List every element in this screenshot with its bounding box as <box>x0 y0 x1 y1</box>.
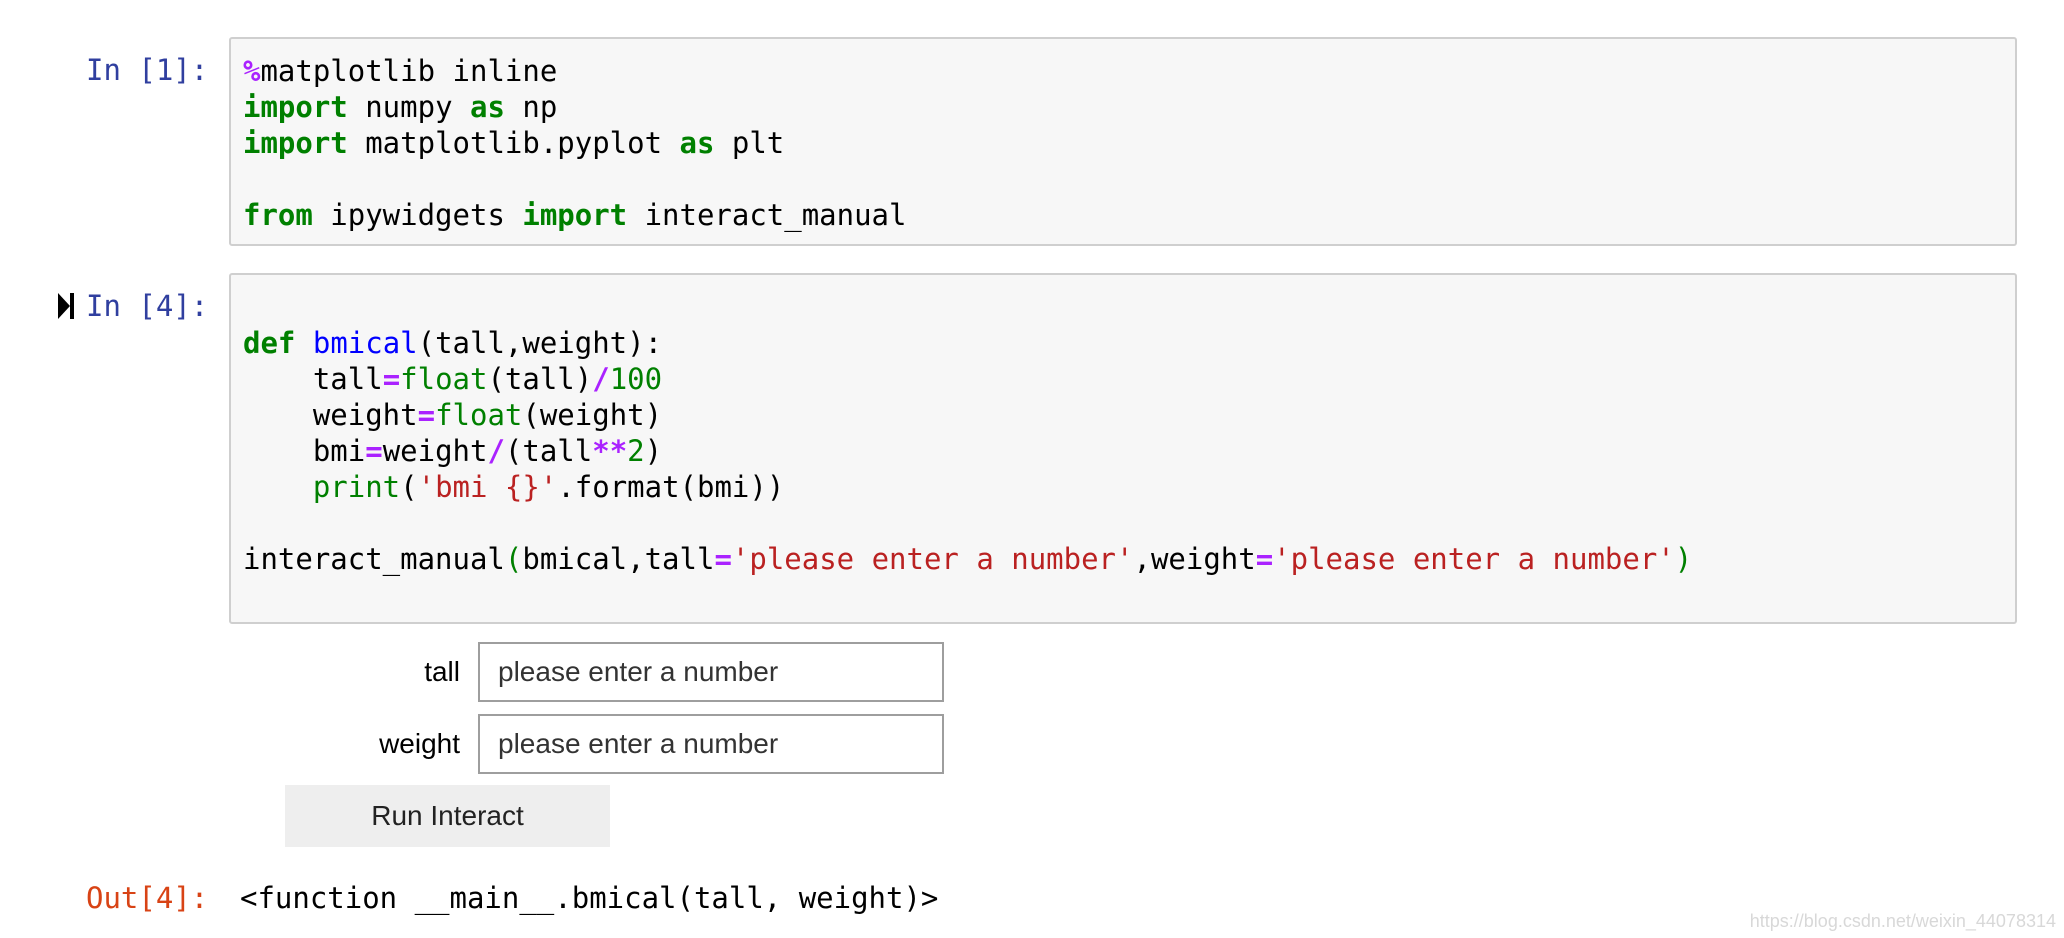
code-token: = <box>382 362 401 396</box>
code-token: from <box>243 198 313 232</box>
code-token: numpy <box>347 90 470 124</box>
code-line: ​ <box>243 505 1692 541</box>
output-text: <function __main__.bmical(tall, weight)> <box>240 881 939 915</box>
code-line: weight=float(weight) <box>243 397 1692 433</box>
code-token: = <box>417 398 436 432</box>
cell-1-code[interactable]: %matplotlib inline import numpy as np impo… <box>243 53 906 233</box>
code-token: interact_manual <box>243 542 505 576</box>
code-token: = <box>714 542 732 576</box>
watermark: https://blog.csdn.net/weixin_44078314 <box>1749 911 2056 931</box>
cell-2-prompt: In [4]: <box>86 289 209 323</box>
code-token: ) <box>644 434 663 468</box>
code-token: weight <box>382 434 488 468</box>
code-token: 'bmi {}' <box>417 470 558 504</box>
code-line: interact_manual(bmical,tall='please ente… <box>243 541 1692 577</box>
code-token: np <box>504 90 558 124</box>
code-token: (tall,weight): <box>417 326 663 360</box>
code-token: = <box>365 434 383 468</box>
cell-1-input[interactable]: %matplotlib inline import numpy as np impo… <box>229 37 2017 246</box>
code-line: %matplotlib inline <box>243 53 906 89</box>
code-token: ) <box>1674 542 1693 576</box>
code-token: interact_manual <box>627 198 907 232</box>
code-token: def <box>243 326 296 360</box>
code-token: 100 <box>609 362 663 396</box>
weight-input[interactable] <box>478 714 944 774</box>
run-interact-button[interactable]: Run Interact <box>285 785 610 847</box>
code-token: weight <box>243 398 418 432</box>
cell-2-code[interactable]: ​def bmical(tall,weight): tall=float(tal… <box>243 289 1692 613</box>
code-line: def bmical(tall,weight): <box>243 325 1692 361</box>
code-token: float <box>435 398 523 432</box>
cell-2-input[interactable]: ​def bmical(tall,weight): tall=float(tal… <box>229 273 2017 624</box>
tall-label: tall <box>424 656 460 687</box>
code-token: import <box>522 198 628 232</box>
code-token: (tall) <box>487 362 593 396</box>
code-token: print <box>312 470 401 504</box>
output-prompt: Out[4]: <box>86 881 209 915</box>
code-token: ipywidgets <box>312 198 523 232</box>
code-token: import <box>243 90 348 124</box>
code-line: import matplotlib.pyplot as plt <box>243 125 906 161</box>
code-token: ( <box>504 542 523 576</box>
code-token: ,weight <box>1133 542 1256 576</box>
code-token: ** <box>592 434 628 468</box>
code-line: tall=float(tall)/100 <box>243 361 1692 397</box>
code-line: ​ <box>243 161 906 197</box>
code-token: (tall <box>504 434 593 468</box>
code-line: from ipywidgets import interact_manual <box>243 197 906 233</box>
run-cell-icon[interactable] <box>56 291 76 321</box>
code-token: / <box>487 434 505 468</box>
code-token: as <box>679 126 715 160</box>
code-token: (weight) <box>522 398 663 432</box>
code-token: / <box>592 362 610 396</box>
code-token: matplotlib inline <box>260 54 558 88</box>
code-token: .format(bmi)) <box>557 470 785 504</box>
code-token: bmical,tall <box>522 542 715 576</box>
code-line: print('bmi {}'.format(bmi)) <box>243 469 1692 505</box>
code-token: import <box>243 126 348 160</box>
code-token: plt <box>714 126 785 160</box>
tall-input[interactable] <box>478 642 944 702</box>
code-token: ( <box>400 470 418 504</box>
code-token: as <box>469 90 505 124</box>
weight-label: weight <box>379 728 460 759</box>
code-token: float <box>400 362 488 396</box>
code-token: matplotlib.pyplot <box>347 126 680 160</box>
cell-1-prompt: In [1]: <box>86 53 209 87</box>
code-line: ​ <box>243 289 1692 325</box>
code-line: bmi=weight/(tall**2) <box>243 433 1692 469</box>
code-line: ​ <box>243 577 1692 613</box>
code-token: tall <box>243 362 383 396</box>
code-token: 'please enter a number' <box>1273 542 1675 576</box>
code-token: = <box>1255 542 1274 576</box>
code-token: 'please enter a number' <box>731 542 1134 576</box>
code-token: 2 <box>627 434 645 468</box>
code-token: bmical <box>312 326 418 360</box>
code-line: import numpy as np <box>243 89 906 125</box>
code-token: bmi <box>243 434 366 468</box>
code-token: % <box>243 54 261 88</box>
